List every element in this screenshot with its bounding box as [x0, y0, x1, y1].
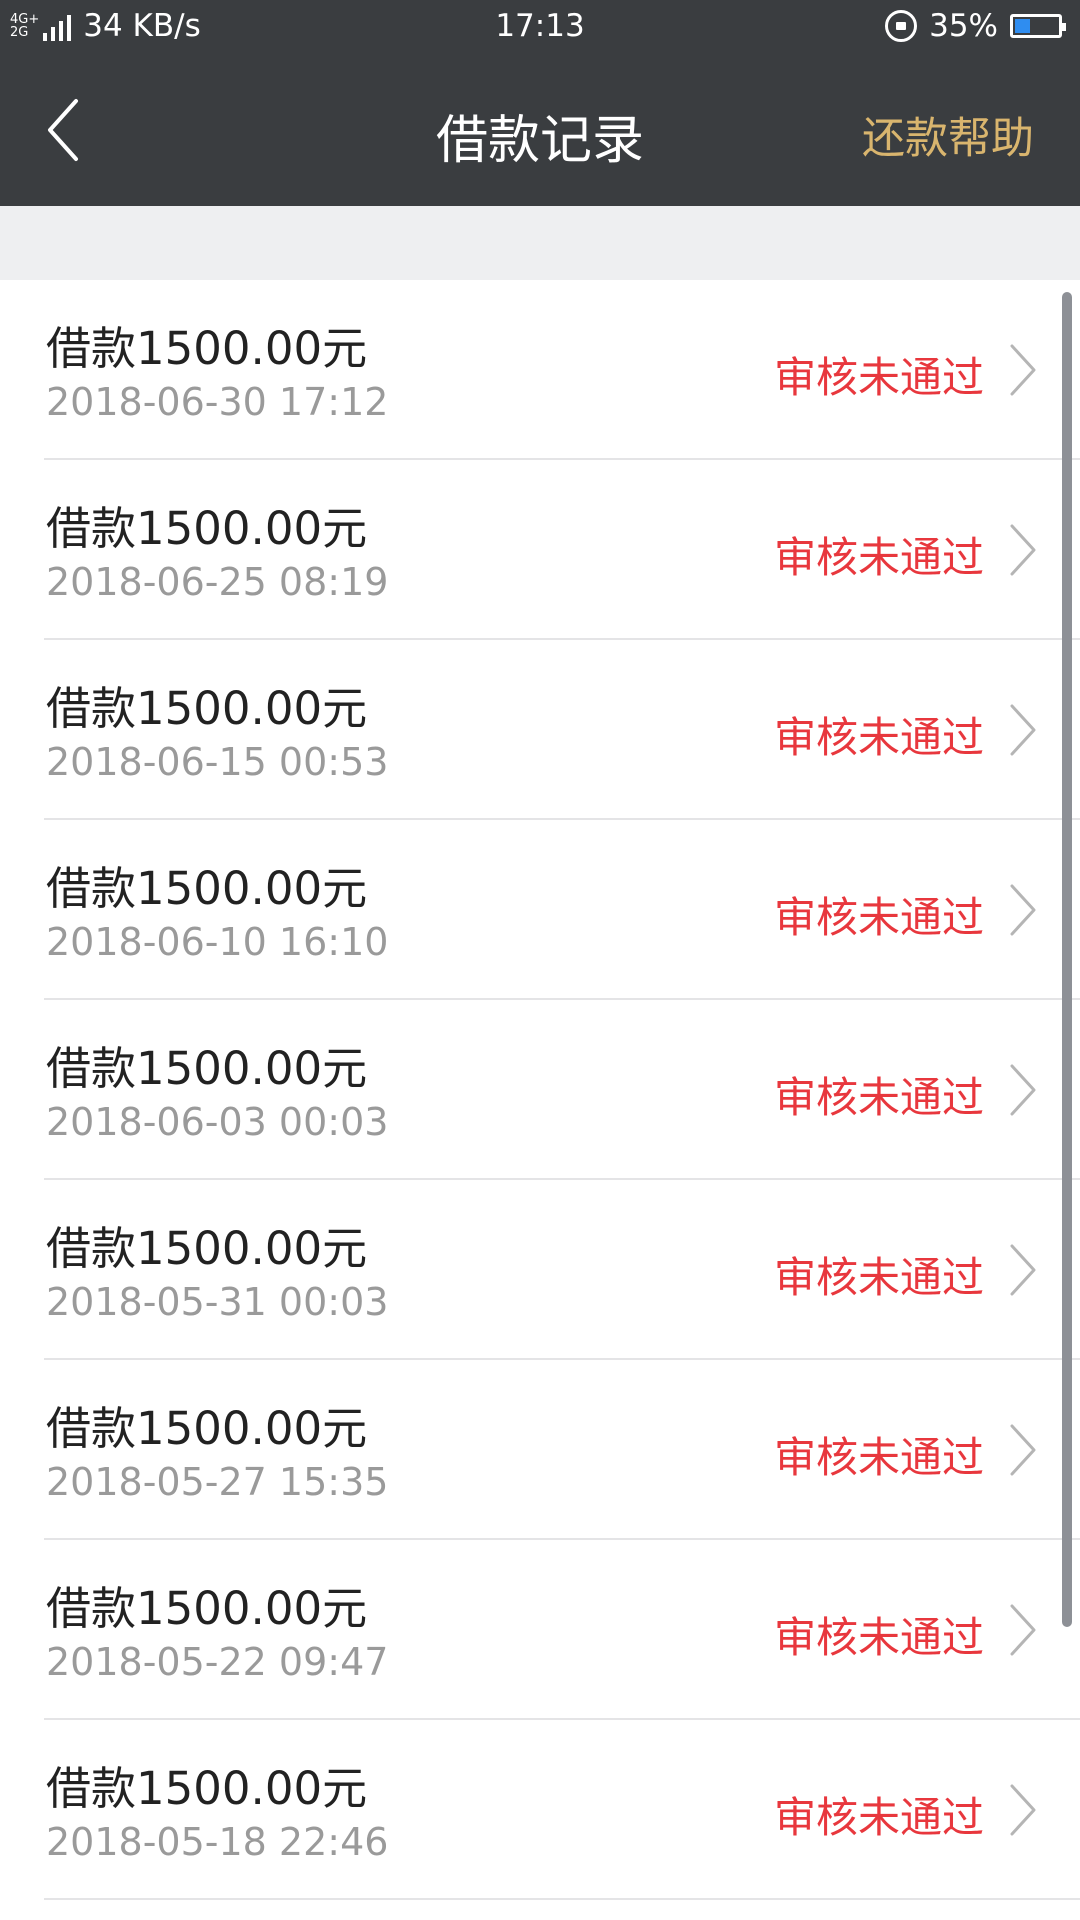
loan-date: 2018-06-15 00:53 — [46, 740, 389, 784]
status-bar: 4G+ 2G 34 KB/s 17:13 35% — [0, 0, 1080, 55]
loan-record-row[interactable]: 借款1500.00元 2018-06-03 00:03 审核未通过 — [0, 1000, 1080, 1180]
loan-record-row[interactable]: 借款1500.00元 2018-06-25 08:19 审核未通过 — [0, 460, 1080, 640]
chevron-right-icon — [1010, 1244, 1036, 1296]
loan-record-row[interactable]: 借款1500.00元 2018-06-30 17:12 审核未通过 — [0, 280, 1080, 460]
repayment-help-link[interactable]: 还款帮助 — [862, 104, 1034, 166]
app-header: 4G+ 2G 34 KB/s 17:13 35% 借款记录 还款帮助 — [0, 0, 1080, 206]
chevron-right-icon — [1010, 704, 1036, 756]
loan-date: 2018-05-27 15:35 — [46, 1460, 389, 1504]
loan-date: 2018-05-22 09:47 — [46, 1640, 389, 1684]
chevron-right-icon — [1010, 524, 1036, 576]
loan-record-list: 借款1500.00元 2018-06-30 17:12 审核未通过 借款1500.00… — [0, 280, 1080, 1900]
loan-date: 2018-05-31 00:03 — [46, 1280, 389, 1324]
review-status: 审核未通过 — [773, 533, 984, 582]
section-spacer — [0, 206, 1080, 280]
review-status: 审核未通过 — [773, 1433, 984, 1482]
review-status: 审核未通过 — [773, 713, 984, 762]
chevron-right-icon — [1010, 1604, 1036, 1656]
loan-record-row[interactable]: 借款1500.00元 2018-06-10 16:10 审核未通过 — [0, 820, 1080, 1000]
loan-amount: 借款1500.00元 — [46, 1762, 368, 1815]
review-status: 审核未通过 — [773, 893, 984, 942]
review-status: 审核未通过 — [773, 353, 984, 402]
loan-record-row[interactable]: 借款1500.00元 2018-05-31 00:03 审核未通过 — [0, 1180, 1080, 1360]
loan-record-row[interactable]: 借款1500.00元 2018-06-15 00:53 审核未通过 — [0, 640, 1080, 820]
loan-record-row[interactable]: 借款1500.00元 2018-05-27 15:35 审核未通过 — [0, 1360, 1080, 1540]
chevron-right-icon — [1010, 344, 1036, 396]
loan-date: 2018-05-18 22:46 — [46, 1820, 389, 1864]
loan-date: 2018-06-30 17:12 — [46, 380, 389, 424]
rotation-lock-icon — [885, 10, 918, 42]
loan-date: 2018-06-25 08:19 — [46, 560, 389, 604]
battery-level-fill — [1015, 19, 1030, 33]
loan-record-row[interactable]: 借款1500.00元 2018-05-18 22:46 审核未通过 — [0, 1720, 1080, 1900]
chevron-right-icon — [1010, 884, 1036, 936]
loan-record-row[interactable]: 借款1500.00元 2018-05-22 09:47 审核未通过 — [0, 1540, 1080, 1720]
loan-amount: 借款1500.00元 — [46, 502, 368, 555]
battery-icon — [1010, 14, 1066, 38]
loan-amount: 借款1500.00元 — [46, 1402, 368, 1455]
loan-amount: 借款1500.00元 — [46, 1582, 368, 1635]
loan-amount: 借款1500.00元 — [46, 1222, 368, 1275]
loan-amount: 借款1500.00元 — [46, 1042, 368, 1095]
review-status: 审核未通过 — [773, 1253, 984, 1302]
loan-amount: 借款1500.00元 — [46, 322, 368, 375]
battery-percent: 35% — [929, 8, 998, 44]
loan-date: 2018-06-10 16:10 — [46, 920, 389, 964]
chevron-right-icon — [1010, 1064, 1036, 1116]
review-status: 审核未通过 — [773, 1793, 984, 1842]
scrollbar[interactable] — [1062, 292, 1072, 1627]
review-status: 审核未通过 — [773, 1613, 984, 1662]
chevron-right-icon — [1010, 1784, 1036, 1836]
loan-date: 2018-06-03 00:03 — [46, 1100, 389, 1144]
loan-amount: 借款1500.00元 — [46, 862, 368, 915]
review-status: 审核未通过 — [773, 1073, 984, 1122]
loan-amount: 借款1500.00元 — [46, 682, 368, 735]
chevron-right-icon — [1010, 1424, 1036, 1476]
status-right: 35% — [885, 8, 1066, 44]
